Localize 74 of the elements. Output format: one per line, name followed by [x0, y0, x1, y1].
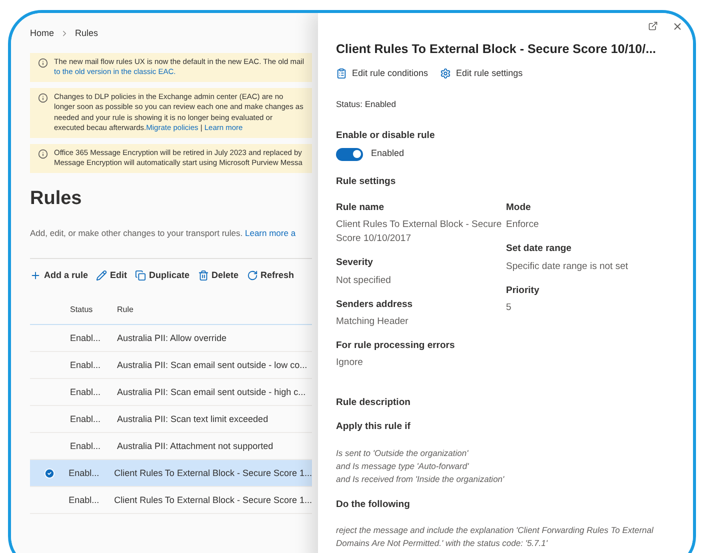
trash-icon — [198, 270, 209, 281]
toggle-state: Enabled — [371, 147, 404, 160]
field-value: Client Rules To External Block - Secure Score 10/10/2017 — [336, 218, 503, 246]
panel-title: Client Rules To External Block - Secure Score 10/10/... — [336, 41, 658, 58]
section-heading: Rule settings — [336, 174, 397, 189]
check-circle-icon — [44, 468, 55, 479]
status-text: Status: Enabled — [336, 98, 398, 111]
table-cell-text: Enabl... — [68, 466, 100, 480]
subsection-heading: Apply this rule if — [336, 420, 412, 434]
field-label: Set date range — [506, 242, 572, 256]
table-row[interactable]: Enabl... Australia PII: Allow override — [30, 325, 312, 352]
field-value: Specific date range is not set — [506, 260, 629, 274]
popout-icon[interactable] — [648, 21, 658, 31]
toolbar-button[interactable]: Duplicate — [135, 268, 190, 282]
breadcrumb-current: Rules — [75, 27, 98, 40]
condition-text: and Is message type 'Auto-forward' — [336, 460, 470, 472]
table-cell: Australia PII: Attachment not supported — [117, 440, 274, 453]
pencil-icon — [96, 270, 108, 281]
table-cell-text: Enabl... — [70, 386, 102, 398]
toggle-switch[interactable] — [336, 148, 363, 160]
panel-action-button[interactable]: Edit rule settings — [440, 66, 523, 80]
table-row[interactable]: Enabl... Australia PII: Scan email sent outside - high c... — [30, 379, 312, 406]
table-row[interactable]: Enabl... Australia PII: Scan text limit exceeded — [30, 406, 312, 434]
table-row[interactable]: Enabl... Australia PII: Scan email sent outside - low co... — [30, 352, 312, 380]
column-header[interactable]: Rule — [117, 304, 134, 316]
table-cell-text: Enabl... — [70, 332, 102, 344]
table-cell-text: Enabl... — [70, 412, 102, 426]
table-row[interactable]: Enabl... Client Rules To External Block - Secure Score 1... — [30, 460, 312, 488]
table-cell-text: Enabl... — [70, 440, 102, 452]
table-row[interactable]: Enabl... Client Rules To External Block - Secure Score 1... — [30, 487, 312, 514]
field-value: Not specified — [336, 274, 392, 288]
section-heading: Rule description — [336, 396, 412, 410]
field-value: Enforce — [506, 218, 540, 232]
field-value: 5 — [506, 300, 512, 315]
field-value: Ignore — [336, 356, 364, 370]
toggle-label: Enable or disable rule — [336, 129, 436, 143]
info-icon — [38, 92, 48, 102]
field-label: For rule processing errors — [336, 338, 456, 353]
plus-icon — [30, 270, 41, 281]
column-header[interactable]: Status — [70, 304, 117, 316]
field-label: Severity — [336, 256, 374, 270]
close-icon[interactable] — [672, 21, 683, 32]
field-label: Priority — [506, 284, 540, 298]
refresh-icon — [246, 270, 258, 281]
field-value: Matching Header — [336, 314, 410, 329]
condition-text: and Is received from 'Inside the organization' — [336, 472, 506, 486]
panel-action-button[interactable]: Edit rule conditions — [336, 66, 428, 80]
toolbar-button[interactable]: Edit — [96, 268, 128, 282]
table-cell-text: Australia PII: Scan email sent outside - low co... — [117, 358, 308, 372]
table-cell-text: Australia PII: Scan text limit exceeded — [117, 412, 268, 426]
field-label: Mode — [506, 201, 532, 215]
learn-more-link[interactable]: Learn more a — [244, 228, 296, 238]
toolbar-button[interactable]: Add a rule — [30, 268, 88, 282]
table-cell-text: Client Rules To External Block - Secure Score 1... — [114, 466, 312, 480]
page-description: Add, edit, or make other changes to your transport rules. Learn more a — [30, 227, 297, 240]
clipboard-icon — [336, 68, 347, 79]
condition-text: Is sent to 'Outside the organization' — [336, 446, 470, 460]
copy-icon — [135, 270, 146, 281]
settings-icon — [440, 68, 452, 79]
table-cell-text: Enabl... — [70, 358, 102, 372]
table-cell-text: Client Rules To External Block - Secure Score 1... — [114, 494, 312, 506]
toolbar-button[interactable]: Refresh — [246, 268, 294, 282]
field-label: Senders address — [336, 298, 414, 312]
field-label: Rule name — [336, 201, 386, 215]
subsection-heading: Do the following — [336, 498, 411, 512]
breadcrumb-link[interactable]: Home — [30, 27, 54, 40]
table-cell: Australia PII: Scan email sent outside - high c... — [117, 386, 306, 399]
action-text: reject the message and include the explanation 'Client Forwarding Rules To External Domains Are Not Permitted.' with the status code: '5.7.1' — [336, 524, 654, 550]
table-cell-text: Enabl... — [68, 494, 100, 506]
table-cell-text: Australia PII: Allow override — [117, 332, 227, 344]
toolbar-button[interactable]: Delete — [198, 268, 239, 282]
info-icon — [38, 148, 48, 158]
page-title: Rules — [30, 186, 83, 210]
info-icon — [38, 58, 48, 68]
